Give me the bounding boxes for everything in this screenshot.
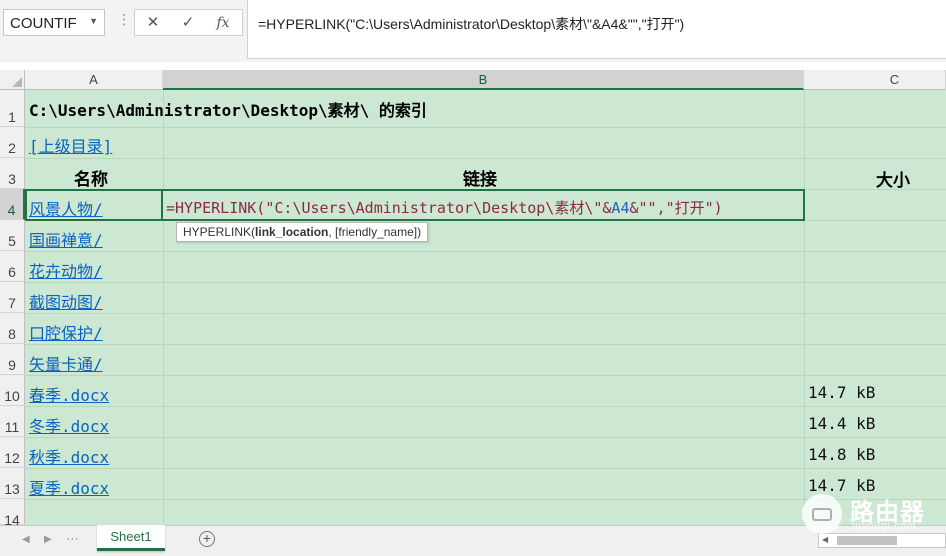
file-size: 14.8 kB [808, 445, 876, 464]
formula-buttons: ✕ ✓ fx [134, 9, 243, 36]
row-header[interactable]: 9 [0, 344, 25, 375]
plus-icon[interactable]: + [199, 531, 215, 547]
row-header[interactable]: 5 [0, 220, 25, 251]
row-header[interactable]: 13 [0, 468, 25, 499]
scroll-left-icon[interactable]: ◀ [22, 534, 30, 545]
router-icon [802, 494, 842, 534]
file-size: 14.4 kB [808, 414, 876, 433]
cancel-icon[interactable]: ✕ [138, 13, 168, 33]
drag-handle-icon[interactable]: ⋮ [117, 12, 131, 26]
formula-toolbar: COUNTIF ▼ ⋮ ✕ ✓ fx =HYPERLINK("C:\Users\… [0, 0, 946, 62]
row-header[interactable]: 7 [0, 282, 25, 313]
index-title: C:\Users\Administrator\Desktop\素材\ 的索引 [29, 101, 427, 120]
formula-input[interactable]: =HYPERLINK("C:\Users\Administrator\Deskt… [247, 0, 946, 59]
insert-function-icon[interactable]: fx [208, 13, 238, 33]
parent-directory-link[interactable]: [上级目录] [29, 133, 112, 157]
scroll-right-icon[interactable]: ▶ [44, 534, 52, 545]
function-tooltip[interactable]: HYPERLINK(link_location, [friendly_name]… [176, 222, 429, 242]
row-header[interactable]: 6 [0, 251, 25, 282]
row-header[interactable]: 14 [0, 499, 25, 528]
file-size: 14.7 kB [808, 383, 876, 402]
watermark-subtext: luyouqi.com [852, 521, 917, 532]
file-link[interactable]: 花卉动物/ [29, 258, 103, 282]
file-link[interactable]: 口腔保护/ [29, 320, 103, 344]
file-link[interactable]: 春季.docx [29, 382, 109, 406]
cell-editor-text: =HYPERLINK("C:\Users\Administrator\Deskt… [166, 199, 723, 217]
header-link: 链接 [463, 170, 497, 190]
file-link[interactable]: 冬季.docx [29, 413, 109, 437]
row-header[interactable]: 8 [0, 313, 25, 344]
name-box[interactable]: COUNTIF ▼ [3, 9, 105, 36]
file-link[interactable]: 国画禅意/ [29, 227, 103, 251]
check-icon[interactable]: ✓ [173, 13, 203, 33]
name-box-value: COUNTIF [10, 15, 77, 32]
sheet-tab[interactable]: Sheet1 [97, 525, 165, 551]
file-link[interactable]: 秋季.docx [29, 444, 109, 468]
row-header[interactable]: 11 [0, 406, 25, 437]
row-header[interactable]: 10 [0, 375, 25, 406]
chevron-down-icon[interactable]: ▼ [89, 16, 98, 26]
watermark: 路由器 luyouqi.com [796, 490, 942, 538]
header-size: 大小 [876, 171, 910, 191]
active-cell-indicator [25, 189, 163, 221]
file-link[interactable]: 截图动图/ [29, 289, 103, 313]
column-header-b[interactable]: B [163, 70, 804, 90]
row-header[interactable]: 4 [0, 189, 25, 220]
row-header[interactable]: 3 [0, 158, 25, 189]
row-header[interactable]: 2 [0, 127, 25, 158]
column-header-c[interactable]: C [804, 70, 946, 90]
select-all-button[interactable] [0, 70, 25, 90]
column-header-a[interactable]: A [25, 70, 163, 90]
formula-text: =HYPERLINK("C:\Users\Administrator\Deskt… [258, 16, 685, 32]
header-name: 名称 [74, 170, 108, 190]
file-link[interactable]: 夏季.docx [29, 475, 109, 499]
row-header[interactable]: 12 [0, 437, 25, 468]
file-link[interactable]: 矢量卡通/ [29, 351, 103, 375]
more-tabs-icon[interactable]: ⋯ [66, 531, 79, 547]
row-header[interactable]: 1 [0, 90, 25, 127]
